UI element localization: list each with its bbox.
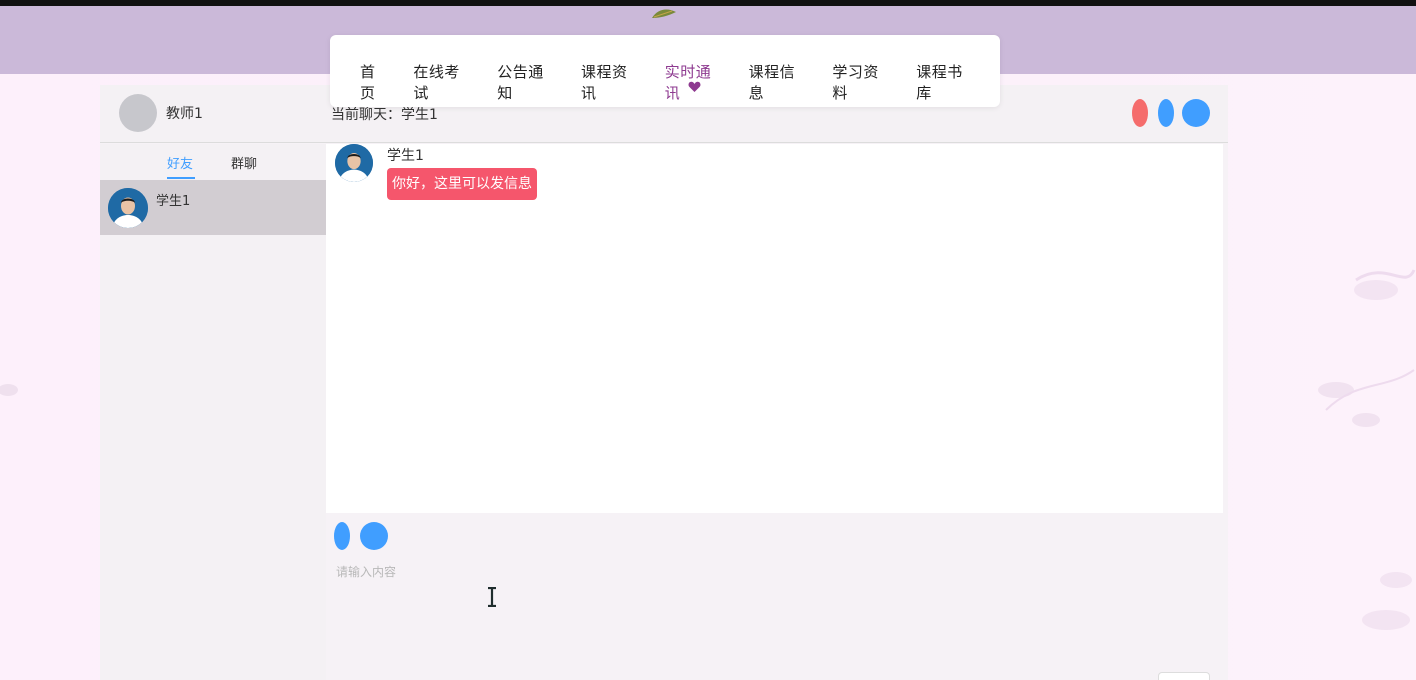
message-sender: 学生1	[387, 148, 424, 164]
tab-friends[interactable]: 好友	[167, 153, 193, 172]
blue-circle-button[interactable]	[1182, 99, 1210, 127]
current-user-name: 教师1	[166, 106, 203, 122]
chat-window: 教师1 当前聊天：学生1 好友 群聊 学生1 学生1 你好，这里可以发信息 请输…	[100, 85, 1228, 680]
nav-item-online-exam[interactable]: 在线考试	[413, 61, 474, 103]
emoji-tool-button[interactable]	[334, 522, 350, 550]
contact-name: 学生1	[156, 194, 191, 209]
nav-item-announcements[interactable]: 公告通知	[497, 61, 558, 103]
nav-item-home[interactable]: 首页	[360, 61, 390, 103]
list-item[interactable]: 学生1	[100, 180, 326, 235]
nav-item-course-library[interactable]: 课程书库	[916, 61, 977, 103]
avatar[interactable]	[119, 94, 157, 132]
message-bubble: 你好，这里可以发信息	[387, 168, 537, 200]
floral-decoration-left-icon	[0, 384, 18, 396]
send-button[interactable]	[1158, 672, 1210, 680]
tab-group-chat[interactable]: 群聊	[231, 153, 257, 172]
nav-item-course-news[interactable]: 课程资讯	[581, 61, 642, 103]
nav-item-course-info[interactable]: 课程信息	[749, 61, 810, 103]
nav-item-study-materials[interactable]: 学习资料	[832, 61, 893, 103]
avatar	[335, 144, 373, 182]
heart-icon	[688, 81, 701, 92]
contact-sidebar: 好友 群聊 学生1	[100, 144, 326, 680]
message-list: 学生1 你好，这里可以发信息	[326, 144, 1223, 513]
red-dot-button[interactable]	[1132, 99, 1148, 127]
main-navigation: 首页 在线考试 公告通知 课程资讯 实时通讯 课程信息 学习资料 课程书库	[330, 35, 1000, 107]
current-chat-title: 当前聊天：学生1	[331, 107, 438, 123]
message-input-area	[326, 513, 1223, 680]
leaf-decoration-icon	[652, 9, 676, 18]
blue-dot-button[interactable]	[1158, 99, 1174, 127]
avatar	[108, 188, 148, 228]
floral-decoration-right-icon	[1318, 269, 1416, 630]
message-input[interactable]	[336, 563, 1196, 663]
file-tool-button[interactable]	[360, 522, 388, 550]
user-photo-icon	[108, 188, 148, 228]
text-cursor-icon	[488, 587, 496, 607]
active-tab-indicator	[167, 177, 195, 179]
nav-item-realtime-chat[interactable]: 实时通讯	[665, 61, 726, 103]
user-photo-icon	[335, 144, 373, 182]
contact-tabs: 好友 群聊	[100, 144, 326, 180]
